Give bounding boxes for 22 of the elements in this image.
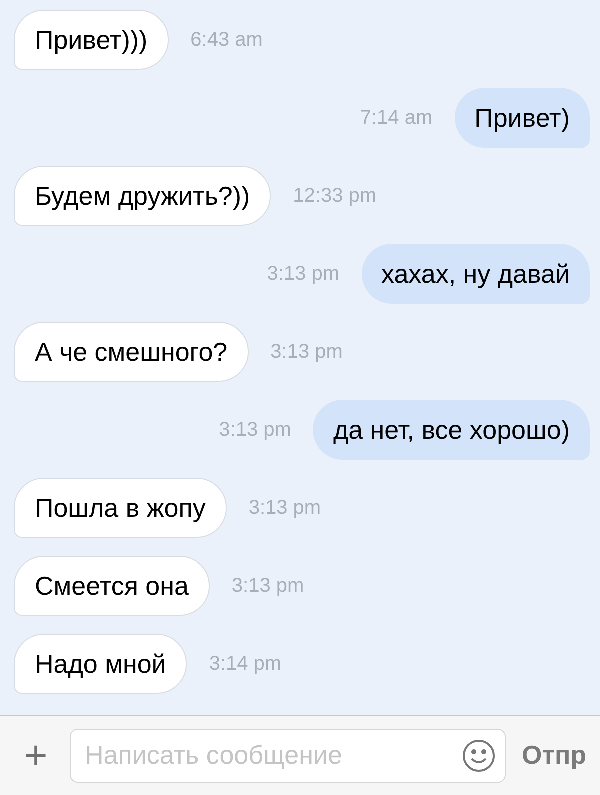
message-bubble: хахах, ну давай	[362, 244, 590, 304]
smiley-icon[interactable]	[462, 738, 496, 772]
message-time: 3:14 pm	[209, 652, 282, 677]
message-time: 12:33 pm	[293, 184, 377, 209]
message-bubble: Будем дружить?))	[14, 166, 272, 226]
message-bubble: Смеется она	[14, 556, 210, 616]
message-bubble: Привет)	[454, 88, 590, 148]
message-bubble: Надо мной	[14, 634, 188, 694]
message-bubble: А че смешного?	[14, 322, 249, 382]
message-time: 3:13 pm	[232, 574, 304, 599]
message-bubble: да нет, все хорошо)	[313, 400, 590, 460]
message-time: 6:43 am	[190, 28, 263, 53]
message-time: 3:13 pm	[270, 340, 343, 365]
message-bubble: Пошла в жопу	[14, 478, 227, 538]
message-input[interactable]: Написать сообщение	[70, 728, 506, 782]
message-time: 3:13 pm	[248, 496, 322, 521]
add-button[interactable]: +	[18, 736, 54, 776]
message-time: 3:13 pm	[219, 418, 292, 443]
send-button[interactable]: Отпр	[522, 736, 587, 775]
message-time: 7:14 am	[360, 106, 433, 131]
message-bubble: Привет)))	[14, 10, 169, 70]
message-time: 3:13 pm	[267, 262, 340, 287]
